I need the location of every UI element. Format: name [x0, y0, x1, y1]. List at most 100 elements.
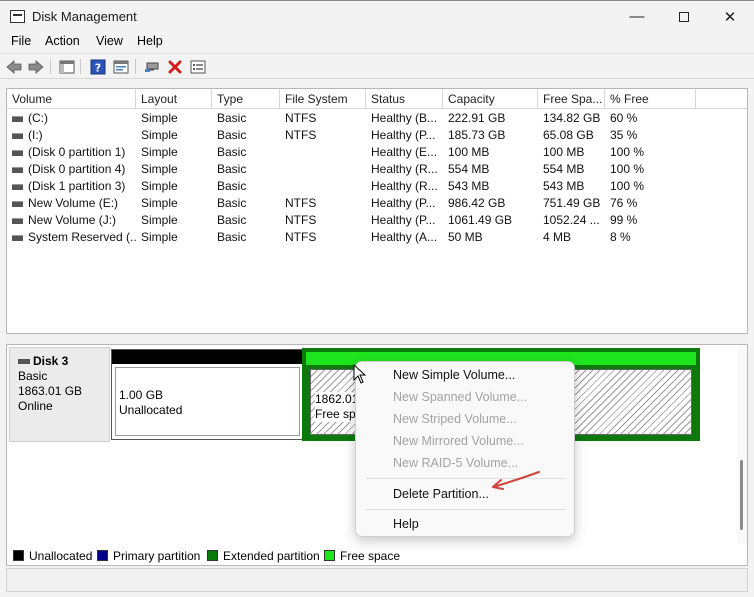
- partition-unallocated-body: 1.00 GB Unallocated: [115, 367, 300, 436]
- properties-button[interactable]: [112, 58, 130, 75]
- window-title: Disk Management: [32, 9, 137, 24]
- close-button[interactable]: ✕: [707, 1, 753, 32]
- cell-layout: Simple: [136, 110, 212, 127]
- cell-free-space: 543 MB: [538, 178, 605, 195]
- table-row[interactable]: (I:) Simple Basic NTFS Healthy (P... 185.73 G…: [7, 127, 747, 144]
- column-header-percent-free[interactable]: % Free: [605, 89, 696, 109]
- pane-splitter[interactable]: [6, 334, 748, 344]
- cell-capacity: 1061.49 GB: [443, 212, 538, 229]
- menu-bar: File Action View Help: [0, 31, 754, 53]
- cell-percent-free: 100 %: [605, 161, 696, 178]
- minimize-icon: —: [629, 8, 645, 25]
- cell-status: Healthy (R...: [366, 161, 443, 178]
- title-bar: Disk Management — ✕: [0, 0, 754, 31]
- cell-free-space: 751.49 GB: [538, 195, 605, 212]
- disk-3-label[interactable]: Disk 3 Basic 1863.01 GB Online: [9, 347, 110, 442]
- show-hide-tree-button[interactable]: [58, 58, 76, 75]
- table-row[interactable]: (Disk 1 partition 3) Simple Basic Healthy (…: [7, 178, 747, 195]
- legend: Unallocated Primary partition Extended p…: [6, 544, 748, 566]
- cell-type: Basic: [212, 144, 280, 161]
- toolbar-separator: [50, 59, 51, 74]
- show-hide-console-tree-icon: [59, 60, 75, 73]
- menu-action[interactable]: Action: [45, 34, 80, 48]
- cell-text: 99 %: [610, 213, 638, 227]
- cell-text: Simple: [141, 145, 178, 159]
- cell-text: Healthy (A...: [371, 230, 438, 244]
- column-header-file-system[interactable]: File System: [280, 89, 366, 109]
- cell-status: Healthy (B...: [366, 110, 443, 127]
- column-header-status[interactable]: Status: [366, 89, 443, 109]
- menu-item-help[interactable]: Help: [393, 514, 419, 534]
- menu-view[interactable]: View: [96, 34, 123, 48]
- cell-text: 100 MB: [543, 145, 585, 159]
- column-header-capacity[interactable]: Capacity: [443, 89, 538, 109]
- column-header-volume[interactable]: Volume: [7, 89, 136, 109]
- help-button[interactable]: ?: [89, 58, 107, 75]
- legend-swatch: [13, 550, 24, 561]
- cell-capacity: 554 MB: [443, 161, 538, 178]
- minimize-button[interactable]: —: [614, 1, 660, 32]
- cell-free-space: 65.08 GB: [538, 127, 605, 144]
- cell-text: NTFS: [285, 196, 317, 210]
- cell-layout: Simple: [136, 195, 212, 212]
- cell-text: Healthy (B...: [371, 111, 438, 125]
- menu-item-new-spanned-volume: New Spanned Volume...: [393, 390, 528, 404]
- cell-text: 76 %: [610, 196, 638, 210]
- cell-text: Simple: [141, 162, 178, 176]
- table-row[interactable]: (Disk 0 partition 4) Simple Basic Healthy (…: [7, 161, 747, 178]
- back-arrow-icon: [6, 59, 22, 74]
- menu-item-new-simple-volume[interactable]: New Simple Volume...: [393, 365, 515, 385]
- menu-file[interactable]: File: [11, 34, 31, 48]
- cell-text: System Reserved (...: [28, 230, 136, 244]
- column-header-layout[interactable]: Layout: [136, 89, 212, 109]
- volume-list-header: Volume Layout Type File System Status Ca…: [7, 89, 747, 109]
- menu-help[interactable]: Help: [137, 34, 163, 48]
- cell-file-system: NTFS: [280, 110, 366, 127]
- cell-text: 134.82 GB: [543, 111, 601, 125]
- cell-status: Healthy (P...: [366, 195, 443, 212]
- volume-icon: [12, 149, 23, 156]
- toolbar-separator: [80, 59, 81, 74]
- cell-layout: Simple: [136, 161, 212, 178]
- cell-percent-free: 99 %: [605, 212, 696, 229]
- scrollbar-thumb[interactable]: [740, 460, 743, 530]
- column-header-free-space[interactable]: Free Spa...: [538, 89, 605, 109]
- cell-text: Basic: [217, 145, 247, 159]
- volume-list[interactable]: Volume Layout Type File System Status Ca…: [6, 88, 748, 334]
- forward-button[interactable]: [27, 58, 45, 75]
- menu-item-delete-partition[interactable]: Delete Partition...: [393, 484, 489, 504]
- disk-view-scrollbar[interactable]: [737, 345, 747, 544]
- maximize-button[interactable]: [661, 1, 707, 32]
- cell-text: Healthy (P...: [371, 196, 436, 210]
- cell-capacity: 986.42 GB: [443, 195, 538, 212]
- cell-text: Simple: [141, 230, 178, 244]
- cell-text: 543 MB: [543, 179, 585, 193]
- cell-percent-free: 100 %: [605, 178, 696, 195]
- column-header-type[interactable]: Type: [212, 89, 280, 109]
- cell-capacity: 222.91 GB: [443, 110, 538, 127]
- disk-size: 1863.01 GB: [18, 384, 83, 398]
- delete-button[interactable]: [166, 58, 184, 75]
- partition-unallocated[interactable]: 1.00 GB Unallocated: [111, 349, 304, 440]
- cell-free-space: 100 MB: [538, 144, 605, 161]
- cell-text: 100 MB: [448, 145, 490, 159]
- settings-list-button[interactable]: [189, 58, 207, 75]
- connect-button[interactable]: [143, 58, 161, 75]
- cell-layout: Simple: [136, 127, 212, 144]
- unallocated-color-bar: [112, 350, 303, 364]
- table-row[interactable]: System Reserved (... Simple Basic NTFS Healt…: [7, 229, 747, 246]
- table-row[interactable]: New Volume (E:) Simple Basic NTFS Healthy (P…: [7, 195, 747, 212]
- cell-text: Basic: [217, 128, 247, 142]
- cell-percent-free: 35 %: [605, 127, 696, 144]
- menu-item-new-mirrored-volume: New Mirrored Volume...: [393, 434, 524, 448]
- table-row[interactable]: (Disk 0 partition 1) Simple Basic Healthy (…: [7, 144, 747, 161]
- table-row[interactable]: (C:) Simple Basic NTFS Healthy (B... 222.91 G…: [7, 110, 747, 127]
- disk-icon: [18, 359, 30, 365]
- back-button[interactable]: [5, 58, 23, 75]
- legend-swatch: [207, 550, 218, 561]
- menu-separator: [366, 509, 566, 510]
- cell-free-space: 4 MB: [538, 229, 605, 246]
- cell-percent-free: 76 %: [605, 195, 696, 212]
- table-row[interactable]: New Volume (J:) Simple Basic NTFS Healthy (P…: [7, 212, 747, 229]
- cell-text: 4 MB: [543, 230, 572, 244]
